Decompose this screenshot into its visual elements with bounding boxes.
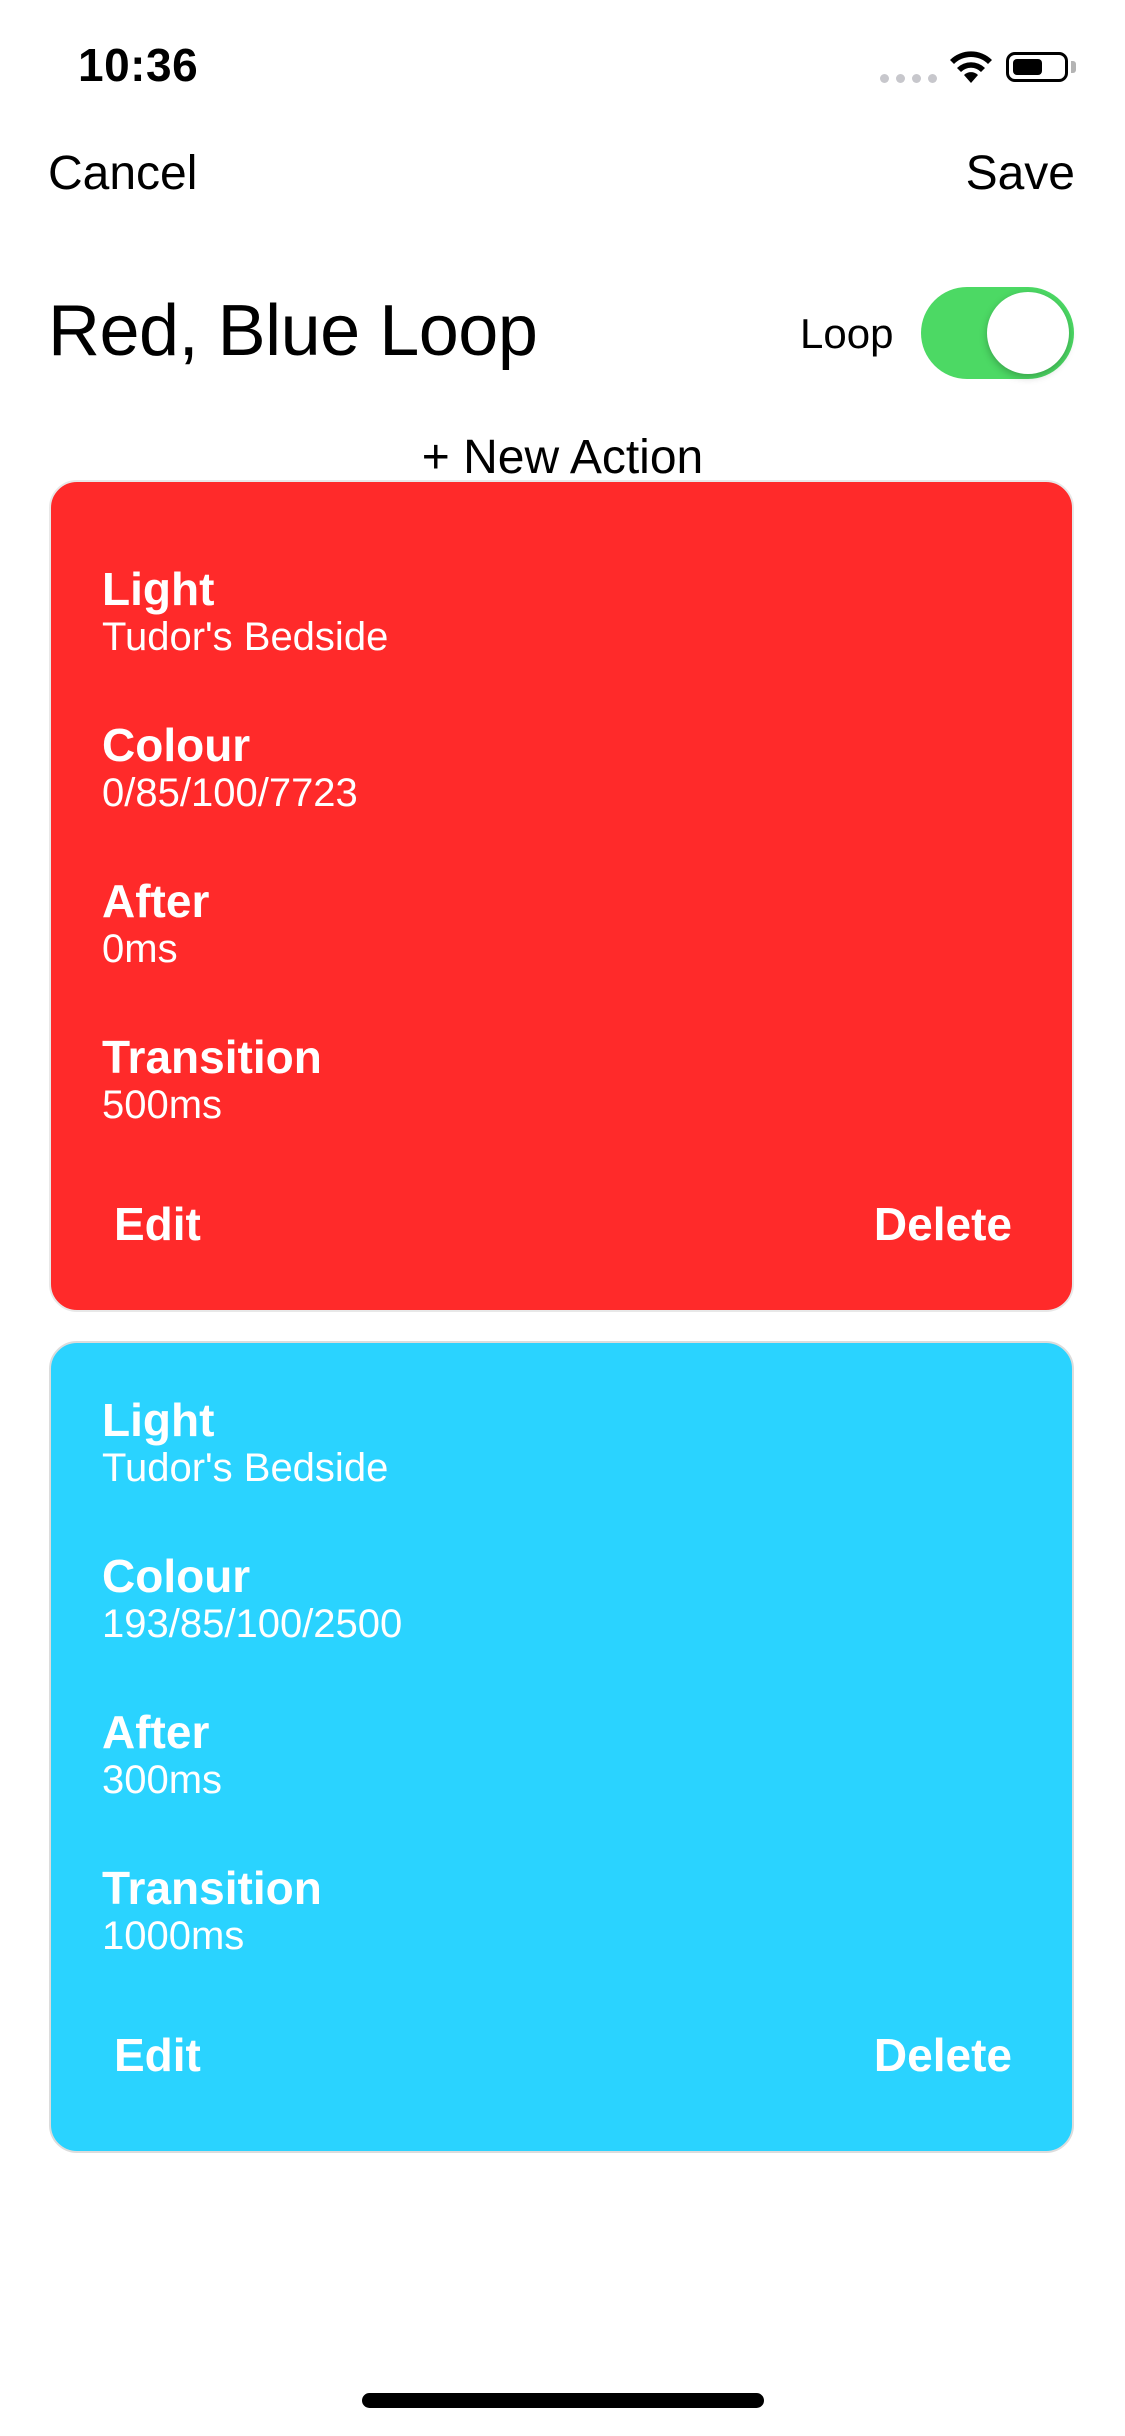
loop-label: Loop: [800, 310, 894, 357]
delete-button[interactable]: Delete: [874, 2028, 1012, 2082]
page-title: Red, Blue Loop: [48, 291, 538, 371]
after-value: 300ms: [102, 1758, 223, 1802]
edit-button[interactable]: Edit: [114, 1197, 201, 1251]
colour-label: Colour: [102, 719, 251, 771]
delete-button[interactable]: Delete: [874, 1197, 1012, 1251]
transition-label: Transition: [102, 1862, 322, 1914]
light-label: Light: [102, 563, 215, 615]
battery-tip: [1071, 61, 1076, 73]
toggle-knob: [987, 292, 1069, 374]
after-value: 0ms: [102, 927, 178, 971]
wifi-icon: [950, 51, 992, 83]
transition-label: Transition: [102, 1031, 322, 1083]
light-value: Tudor's Bedside: [102, 615, 389, 659]
after-label: After: [102, 1706, 210, 1758]
after-label: After: [102, 875, 210, 927]
home-indicator[interactable]: [362, 2393, 764, 2408]
transition-value: 500ms: [102, 1083, 223, 1127]
colour-value: 193/85/100/2500: [102, 1602, 403, 1646]
edit-button[interactable]: Edit: [114, 2028, 201, 2082]
colour-value: 0/85/100/7723: [102, 771, 358, 815]
status-time: 10:36: [78, 39, 199, 91]
battery-icon: [1006, 52, 1068, 82]
action-card: Light Tudor's Bedside Colour 193/85/100/…: [49, 1341, 1074, 2153]
colour-label: Colour: [102, 1550, 251, 1602]
cancel-button[interactable]: Cancel: [48, 146, 197, 201]
save-button[interactable]: Save: [966, 146, 1075, 201]
action-card: Light Tudor's Bedside Colour 0/85/100/77…: [49, 480, 1074, 1312]
light-value: Tudor's Bedside: [102, 1446, 389, 1490]
light-label: Light: [102, 1394, 215, 1446]
cellular-signal-icon: [880, 74, 937, 83]
new-action-button[interactable]: + New Action: [0, 430, 1125, 485]
loop-toggle[interactable]: [921, 287, 1074, 379]
transition-value: 1000ms: [102, 1914, 245, 1958]
